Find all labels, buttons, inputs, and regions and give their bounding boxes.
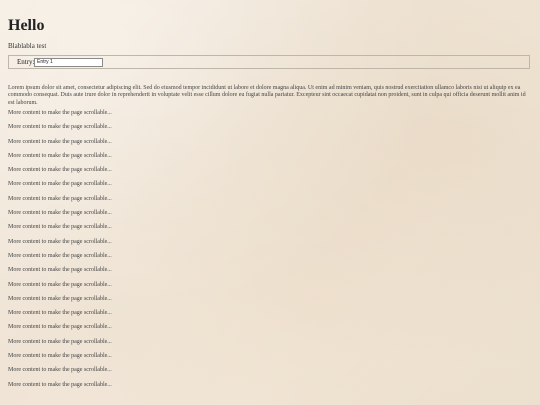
page-title: Hello: [8, 17, 45, 34]
more-content-item: More content to make the page scrollable…: [8, 167, 112, 174]
entry-fieldset: Entry:: [8, 55, 530, 69]
more-content-item: More content to make the page scrollable…: [8, 124, 112, 131]
more-content-item: More content to make the page scrollable…: [8, 138, 112, 145]
more-content-item: More content to make the page scrollable…: [8, 152, 112, 159]
entry-label: Entry:: [17, 58, 35, 66]
more-content-list: More content to make the page scrollable…: [8, 110, 112, 396]
more-content-item: More content to make the page scrollable…: [8, 238, 112, 245]
more-content-item: More content to make the page scrollable…: [8, 367, 112, 374]
more-content-item: More content to make the page scrollable…: [8, 110, 112, 116]
more-content-item: More content to make the page scrollable…: [8, 324, 112, 331]
more-content-item: More content to make the page scrollable…: [8, 338, 112, 345]
entry-input[interactable]: [34, 57, 103, 67]
more-content-item: More content to make the page scrollable…: [8, 295, 112, 302]
more-content-item: More content to make the page scrollable…: [8, 252, 112, 259]
more-content-item: More content to make the page scrollable…: [8, 181, 112, 188]
more-content-item: More content to make the page scrollable…: [8, 195, 112, 202]
more-content-item: More content to make the page scrollable…: [8, 281, 112, 288]
lorem-paragraph: Lorem ipsum dolor sit amet, consectetur …: [8, 85, 526, 106]
more-content-item: More content to make the page scrollable…: [8, 381, 112, 388]
more-content-item: More content to make the page scrollable…: [8, 210, 112, 217]
more-content-item: More content to make the page scrollable…: [8, 224, 112, 231]
page-subtitle: Blablabla test: [8, 42, 47, 50]
more-content-item: More content to make the page scrollable…: [8, 267, 112, 274]
more-content-item: More content to make the page scrollable…: [8, 310, 112, 317]
more-content-item: More content to make the page scrollable…: [8, 353, 112, 360]
